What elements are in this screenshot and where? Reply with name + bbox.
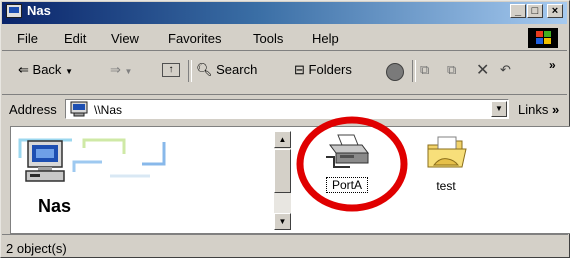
shared-folder-icon <box>427 136 467 168</box>
computer-icon <box>25 140 65 182</box>
title-bar[interactable] <box>2 2 567 24</box>
folders-label: Folders <box>308 62 352 77</box>
menu-help[interactable]: Help <box>312 31 339 46</box>
maximize-button[interactable]: □ <box>527 4 543 18</box>
computer-icon <box>70 101 88 117</box>
scroll-down-button[interactable]: ▼ <box>274 213 291 230</box>
chevron-down-icon: ▼ <box>65 67 73 76</box>
highlight-circle <box>296 116 408 212</box>
forward-button[interactable]: ⇒ ▼ <box>110 62 132 78</box>
folders-button[interactable]: ⊟ Folders <box>294 62 352 78</box>
search-button[interactable]: 🔍︎ Search <box>196 62 257 78</box>
chevron-down-icon: ▼ <box>124 67 133 76</box>
address-input[interactable] <box>65 99 509 119</box>
undo-icon[interactable]: ↶ <box>500 62 511 78</box>
scroll-up-button[interactable]: ▲ <box>274 131 291 148</box>
search-icon: 🔍︎ <box>196 62 213 77</box>
status-bar <box>2 234 568 259</box>
list-item[interactable]: test <box>418 133 478 197</box>
windows-logo-icon <box>528 28 558 48</box>
scrollbar-thumb[interactable] <box>274 149 291 193</box>
menu-bar <box>2 26 567 51</box>
history-icon[interactable] <box>386 63 404 81</box>
up-folder-icon[interactable]: ↑ <box>162 63 180 77</box>
toolbar-overflow-icon[interactable]: » <box>549 58 556 72</box>
links-button[interactable]: Links » <box>518 102 559 117</box>
status-text: 2 object(s) <box>6 241 67 256</box>
delete-icon[interactable]: ✕ <box>476 60 489 80</box>
chevron-down-icon[interactable]: ▼ <box>491 101 507 117</box>
toolbar-separator <box>412 60 416 82</box>
search-label: Search <box>216 62 258 77</box>
close-button[interactable]: × <box>547 4 563 18</box>
links-label: Links <box>518 102 549 117</box>
back-arrow-icon: ⇐ <box>18 62 29 77</box>
menu-view[interactable]: View <box>111 31 139 46</box>
toolbar-separator <box>188 60 192 82</box>
menu-tools[interactable]: Tools <box>253 31 283 46</box>
back-button[interactable]: ⇐ Back ▼ <box>18 62 73 78</box>
menu-edit[interactable]: Edit <box>64 31 86 46</box>
folder-title: Nas <box>38 196 72 216</box>
back-label: Back <box>32 62 62 77</box>
computer-icon <box>6 4 22 18</box>
move-to-icon[interactable]: ⧉ <box>420 62 429 78</box>
minimize-button[interactable]: _ <box>510 4 526 18</box>
folders-icon: ⊟ <box>294 62 305 77</box>
menu-file[interactable]: File <box>17 31 38 46</box>
address-label: Address <box>9 102 57 117</box>
links-overflow-icon: » <box>551 102 560 117</box>
copy-to-icon[interactable]: ⧉ <box>447 62 456 78</box>
forward-arrow-icon: ⇒ <box>110 62 121 77</box>
item-label: test <box>436 179 456 193</box>
address-value: \\Nas <box>94 103 123 117</box>
menu-favorites[interactable]: Favorites <box>168 31 221 46</box>
window-title: Nas <box>27 3 51 18</box>
